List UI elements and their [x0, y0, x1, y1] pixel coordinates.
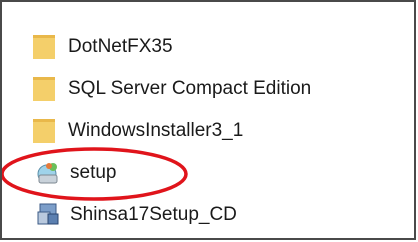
- file-list: DotNetFX35 SQL Server Compact Edition Wi…: [2, 2, 414, 238]
- file-name: setup: [70, 162, 117, 183]
- list-item-windowsinstaller[interactable]: WindowsInstaller3_1: [32, 116, 243, 146]
- list-item-setup[interactable]: setup: [36, 158, 116, 188]
- folder-icon: [32, 75, 56, 103]
- file-name: SQL Server Compact Edition: [68, 78, 312, 99]
- file-name: DotNetFX35: [68, 36, 173, 57]
- folder-icon: [32, 33, 56, 61]
- setup-icon: [36, 160, 62, 186]
- list-item-shinsa17setup[interactable]: Shinsa17Setup_CD: [36, 200, 237, 230]
- file-list-window: DotNetFX35 SQL Server Compact Edition Wi…: [0, 0, 416, 240]
- folder-icon: [32, 117, 56, 145]
- list-item-dotnetfx35[interactable]: DotNetFX35: [32, 32, 173, 62]
- file-name: Shinsa17Setup_CD: [70, 204, 237, 225]
- file-name: WindowsInstaller3_1: [68, 120, 244, 141]
- list-item-sql-server-compact[interactable]: SQL Server Compact Edition: [32, 74, 311, 104]
- installer-icon: [36, 202, 62, 228]
